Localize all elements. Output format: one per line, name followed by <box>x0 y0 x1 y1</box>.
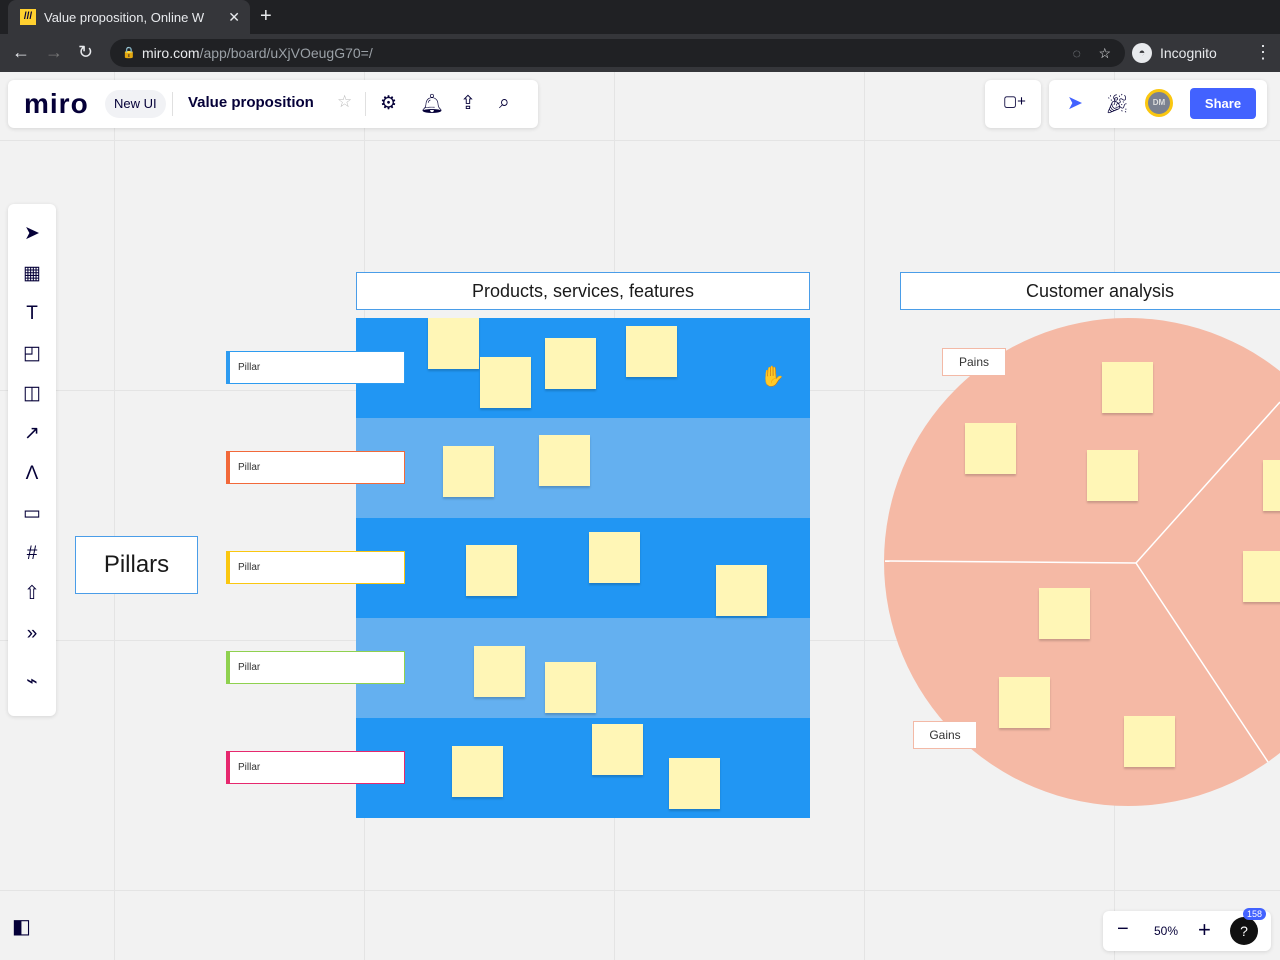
lock-icon: 🔒 <box>122 47 136 59</box>
tab-title: Value proposition, Online W <box>44 9 205 25</box>
bookmark-star-icon[interactable]: ☆ <box>1098 39 1111 67</box>
sticky-note[interactable] <box>1124 716 1175 767</box>
url-host: miro.com <box>142 45 200 61</box>
zoom-level[interactable]: 50% <box>1154 924 1178 938</box>
browser-tab[interactable]: /// Value proposition, Online W ✕ <box>8 0 250 34</box>
sticky-note[interactable] <box>965 423 1016 474</box>
browser-nav-bar: ← → ↻ 🔒 miro.com/app/board/uXjVOeugG70=/… <box>0 34 1280 72</box>
sidebar-panel-icon: ◧ <box>12 916 31 938</box>
sticky-note[interactable] <box>428 318 479 369</box>
sticky-note[interactable] <box>716 565 767 616</box>
sticky-note[interactable] <box>626 326 677 377</box>
sticky-note[interactable] <box>443 446 494 497</box>
profile-label: Incognito <box>1160 45 1217 61</box>
incognito-badge[interactable]: ◓ Incognito <box>1132 39 1217 67</box>
sticky-note[interactable] <box>1039 588 1090 639</box>
sticky-note[interactable] <box>1263 460 1280 511</box>
help-icon[interactable]: ? <box>1230 917 1258 945</box>
forward-icon[interactable]: → <box>45 42 63 63</box>
sticky-note[interactable] <box>452 746 503 797</box>
sticky-note[interactable] <box>589 532 640 583</box>
sidebar-toggle[interactable]: ◧ <box>12 914 52 942</box>
browser-tab-bar: /// Value proposition, Online W ✕ + <box>0 0 1280 34</box>
sticky-note[interactable] <box>545 662 596 713</box>
sticky-note[interactable] <box>592 724 643 775</box>
sticky-note[interactable] <box>474 646 525 697</box>
reload-icon[interactable]: ↻ <box>78 42 93 63</box>
hand-cursor-icon: ✋ <box>760 366 785 388</box>
sticky-note[interactable] <box>1243 551 1280 602</box>
sticky-note[interactable] <box>999 677 1050 728</box>
miro-favicon-icon: /// <box>20 9 36 25</box>
notification-badge: 158 <box>1243 908 1267 920</box>
url-path: /app/board/uXjVOeugG70=/ <box>199 45 373 61</box>
menu-icon[interactable]: ⋮ <box>1254 42 1272 63</box>
close-tab-icon[interactable]: ✕ <box>228 9 240 26</box>
sticky-note[interactable] <box>669 758 720 809</box>
zoom-out-icon[interactable]: − <box>1117 918 1129 941</box>
customer-circle[interactable] <box>0 72 1280 960</box>
gains-label[interactable]: Gains <box>913 721 977 749</box>
zoom-panel: − 50% + ? 158 <box>1103 908 1271 951</box>
board-canvas[interactable]: miro New UI Value proposition ☆ ⚙ 🔔︎ ⇪ ⌕… <box>0 72 1280 960</box>
sticky-note[interactable] <box>1102 362 1153 413</box>
eye-off-icon[interactable]: ◌ <box>1073 39 1081 67</box>
pains-label[interactable]: Pains <box>942 348 1006 376</box>
address-bar[interactable]: 🔒 miro.com/app/board/uXjVOeugG70=/ ◌ ☆ <box>110 39 1125 67</box>
sticky-note[interactable] <box>1087 450 1138 501</box>
sticky-note[interactable] <box>539 435 590 486</box>
sticky-note[interactable] <box>545 338 596 389</box>
back-icon[interactable]: ← <box>12 42 30 63</box>
new-tab-icon[interactable]: + <box>260 5 272 28</box>
incognito-icon: ◓ <box>1132 43 1152 63</box>
zoom-in-icon[interactable]: + <box>1198 917 1211 943</box>
sticky-note[interactable] <box>480 357 531 408</box>
sticky-note[interactable] <box>466 545 517 596</box>
